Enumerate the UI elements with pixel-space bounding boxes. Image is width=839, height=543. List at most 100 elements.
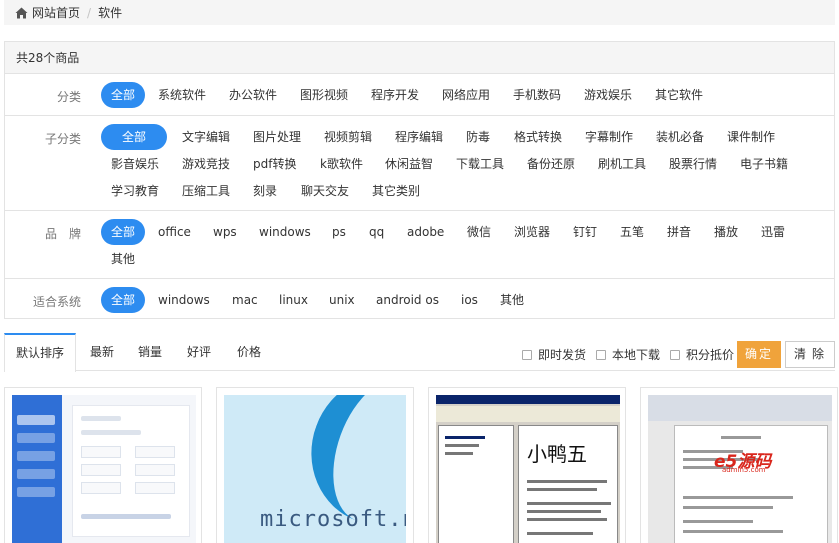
product-thumbnail-dictionary[interactable]: 小鸭五 (436, 395, 620, 543)
thumb-sidebar-item (17, 469, 55, 479)
subcategory-option[interactable]: 休闲益智 (385, 151, 433, 177)
checkbox-box[interactable] (522, 349, 532, 360)
brand-option[interactable]: qq (369, 219, 384, 245)
clear-button[interactable]: 清除 (785, 341, 835, 368)
subcategory-option[interactable]: 程序编辑 (395, 124, 443, 150)
system-option[interactable]: unix (329, 287, 355, 313)
subcategory-option-all[interactable]: 全部 (101, 124, 167, 150)
brand-option[interactable]: 播放 (714, 219, 738, 245)
system-option[interactable]: android os (376, 287, 439, 313)
thumb-panel (72, 405, 190, 537)
system-option[interactable]: mac (232, 287, 258, 313)
category-option[interactable]: 办公软件 (229, 82, 277, 108)
category-option[interactable]: 程序开发 (371, 82, 419, 108)
filter-row-system: 适合系统 全部 windows mac linux unix android o… (5, 278, 834, 319)
sort-tab-default[interactable]: 默认排序 (4, 333, 76, 372)
thumb-line (445, 452, 473, 455)
instant-delivery-checkbox[interactable]: 即时发货 (522, 346, 586, 363)
sort-tab-sales[interactable]: 销量 (132, 333, 168, 371)
system-option[interactable]: windows (158, 287, 210, 313)
brand-option[interactable]: 微信 (467, 219, 491, 245)
thumb-sidebar-item (17, 415, 55, 425)
subcategory-option[interactable]: 其它类别 (372, 178, 420, 204)
category-option[interactable]: 其它软件 (655, 82, 703, 108)
brand-option[interactable]: adobe (407, 219, 444, 245)
subcategory-option[interactable]: 压缩工具 (182, 178, 230, 204)
subcategory-option[interactable]: 装机必备 (656, 124, 704, 150)
breadcrumb-home-link[interactable]: 网站首页 (32, 4, 80, 21)
local-download-checkbox[interactable]: 本地下载 (596, 346, 660, 363)
thumb-line (81, 430, 141, 435)
brand-option[interactable]: windows (259, 219, 311, 245)
subcategory-option[interactable]: 刻录 (253, 178, 277, 204)
subcategory-option[interactable]: 课件制作 (727, 124, 775, 150)
breadcrumb-separator: / (87, 5, 92, 20)
brand-option[interactable]: 钉钉 (573, 219, 597, 245)
thumb-sidebar-item (17, 451, 55, 461)
brand-option[interactable]: ps (332, 219, 346, 245)
subcategory-option[interactable]: 游戏竞技 (182, 151, 230, 177)
filter-row-subcategory: 子分类 全部 文字编辑 图片处理 视频剪辑 程序编辑 防毒 格式转换 字幕制作 … (5, 115, 834, 211)
brand-option[interactable]: 拼音 (667, 219, 691, 245)
subcategory-option[interactable]: 备份还原 (527, 151, 575, 177)
system-option-all[interactable]: 全部 (101, 287, 145, 313)
category-option[interactable]: 系统软件 (158, 82, 206, 108)
subcategory-option[interactable]: 下载工具 (456, 151, 504, 177)
subcategory-option[interactable]: 文字编辑 (182, 124, 230, 150)
thumb-sidebar-item (17, 487, 55, 497)
sort-tab-price[interactable]: 价格 (231, 333, 267, 371)
thumb-titlebar (436, 395, 620, 404)
checkbox-box[interactable] (670, 349, 680, 360)
thumb-line (445, 436, 485, 439)
product-thumbnail-settings[interactable] (12, 395, 196, 543)
brand-option[interactable]: 五笔 (620, 219, 644, 245)
system-option[interactable]: linux (279, 287, 308, 313)
system-option[interactable]: ios (461, 287, 478, 313)
category-option-all[interactable]: 全部 (101, 82, 145, 108)
subcategory-option[interactable]: 电子书籍 (740, 151, 788, 177)
brand-option[interactable]: 迅雷 (761, 219, 785, 245)
subcategory-option[interactable]: 学习教育 (111, 178, 159, 204)
confirm-button[interactable]: 确定 (737, 341, 781, 368)
subcategory-option[interactable]: 刷机工具 (598, 151, 646, 177)
product-card[interactable]: e5源码 admin5.com (640, 387, 838, 543)
subcategory-option[interactable]: 格式转换 (514, 124, 562, 150)
checkbox-label: 积分抵价 (686, 348, 735, 362)
subcategory-option[interactable]: 字幕制作 (585, 124, 633, 150)
brand-option[interactable]: 浏览器 (514, 219, 550, 245)
filter-row-brand: 品 牌 全部 office wps windows ps qq adobe 微信… (5, 210, 834, 278)
checkbox-box[interactable] (596, 349, 606, 360)
subcategory-option[interactable]: 聊天交友 (301, 178, 349, 204)
brand-option[interactable]: office (158, 219, 191, 245)
subcategory-option[interactable]: 视频剪辑 (324, 124, 372, 150)
category-option[interactable]: 手机数码 (513, 82, 561, 108)
product-thumbnail-pdf[interactable]: e5源码 admin5.com (648, 395, 832, 543)
brand-option-all[interactable]: 全部 (101, 219, 145, 245)
thumb-check (135, 446, 175, 458)
thumb-line (683, 506, 773, 509)
filter-label-system: 适合系统 (32, 295, 81, 309)
category-option[interactable]: 网络应用 (442, 82, 490, 108)
thumb-text: 小鸭五 (527, 442, 587, 466)
product-card[interactable] (4, 387, 202, 543)
product-card[interactable]: microsoft.n (216, 387, 414, 543)
product-thumbnail-microsoft[interactable]: microsoft.n (224, 395, 406, 543)
subcategory-option[interactable]: 股票行情 (669, 151, 717, 177)
system-option[interactable]: 其他 (500, 287, 524, 313)
subcategory-option[interactable]: pdf转换 (253, 151, 296, 177)
points-deduction-checkbox[interactable]: 积分抵价 (670, 346, 734, 363)
subcategory-option[interactable]: 图片处理 (253, 124, 301, 150)
subcategory-option[interactable]: 影音娱乐 (111, 151, 159, 177)
category-option[interactable]: 游戏娱乐 (584, 82, 632, 108)
brand-option[interactable]: 其他 (111, 246, 135, 272)
thumb-line (527, 502, 611, 505)
thumb-line (445, 444, 479, 447)
product-card[interactable]: 小鸭五 (428, 387, 626, 543)
brand-option[interactable]: wps (213, 219, 237, 245)
thumb-check (81, 446, 121, 458)
category-option[interactable]: 图形视频 (300, 82, 348, 108)
sort-tab-rating[interactable]: 好评 (181, 333, 217, 371)
subcategory-option[interactable]: k歌软件 (320, 151, 363, 177)
sort-tab-newest[interactable]: 最新 (84, 333, 120, 371)
subcategory-option[interactable]: 防毒 (466, 124, 490, 150)
